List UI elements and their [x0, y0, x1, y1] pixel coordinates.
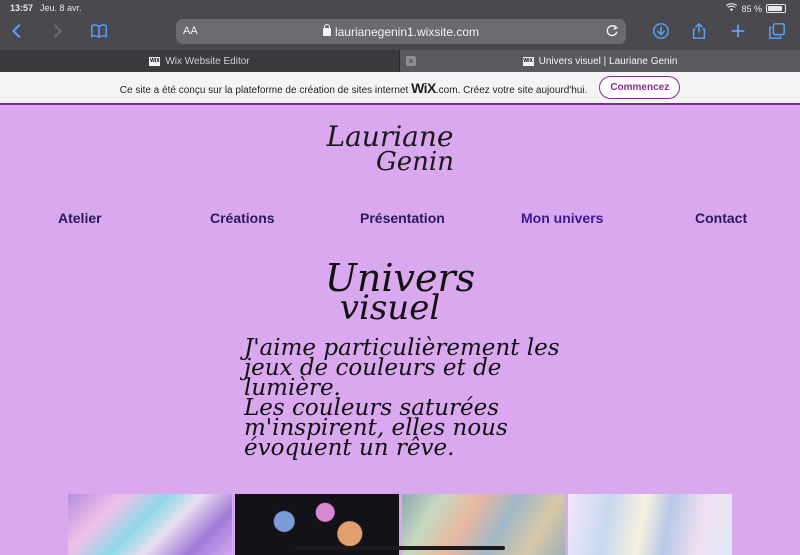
- commencez-button[interactable]: Commencez: [599, 76, 681, 99]
- tabs-icon: [769, 23, 785, 39]
- site-menu: Atelier Créations Présentation Mon unive…: [0, 210, 800, 232]
- menu-item-presentation[interactable]: Présentation: [360, 210, 445, 226]
- tab-univers-visuel[interactable]: WIX Univers visuel | Lauriane Genin: [400, 50, 800, 72]
- book-icon: [91, 24, 107, 39]
- wix-banner: Ce site a été conçu sur la plateforme de…: [0, 72, 800, 105]
- intro-paragraph: J'aime particulièrement les jeux de coul…: [244, 337, 564, 461]
- logo-line-2: Genin: [376, 147, 454, 177]
- close-tab-icon[interactable]: ×: [406, 56, 416, 66]
- wifi-icon: [726, 3, 738, 14]
- home-indicator[interactable]: [295, 546, 505, 550]
- gallery-image-iridescent[interactable]: [568, 494, 732, 555]
- url-text: laurianegenin1.wixsite.com: [334, 25, 480, 39]
- site-logo[interactable]: Lauriane Genin: [0, 120, 800, 177]
- url-display[interactable]: laurianegenin1.wixsite.com: [176, 24, 626, 39]
- downloads-button[interactable]: [650, 20, 672, 42]
- page-title: Univers visuel: [0, 256, 800, 328]
- title-line-2: visuel: [339, 288, 441, 328]
- address-bar[interactable]: AA laurianegenin1.wixsite.com: [176, 19, 626, 44]
- menu-item-creations[interactable]: Créations: [210, 210, 275, 226]
- share-icon: [692, 22, 706, 39]
- banner-text: Ce site a été conçu sur la plateforme de…: [119, 79, 588, 96]
- tab-label: Wix Website Editor: [165, 55, 250, 67]
- bookmarks-button[interactable]: [88, 20, 110, 42]
- download-icon: [653, 23, 669, 39]
- battery-icon: [766, 4, 786, 13]
- reload-icon[interactable]: [604, 23, 620, 39]
- forward-button[interactable]: [46, 20, 68, 42]
- tab-strip: WIX Wix Website Editor WIX Univers visue…: [0, 50, 800, 72]
- paragraph-line: évoquent un rêve.: [244, 435, 455, 461]
- menu-item-mon-univers[interactable]: Mon univers: [521, 210, 603, 226]
- menu-item-contact[interactable]: Contact: [695, 210, 747, 226]
- wix-logo: WiX: [411, 79, 436, 96]
- lock-icon: [322, 24, 331, 36]
- status-date: Jeu. 8 avr.: [40, 3, 82, 13]
- tab-wix-editor[interactable]: WIX Wix Website Editor: [0, 50, 400, 72]
- plus-icon: [731, 24, 745, 38]
- battery-percent: 85 %: [741, 3, 762, 14]
- menu-item-atelier[interactable]: Atelier: [58, 210, 102, 226]
- new-tab-button[interactable]: [727, 20, 749, 42]
- wix-favicon-icon: WIX: [522, 56, 534, 66]
- browser-chrome: 13:57 Jeu. 8 avr. 85 % AA laurianegenin1…: [0, 0, 800, 50]
- share-button[interactable]: [688, 20, 710, 42]
- site-page: Lauriane Genin Atelier Créations Présent…: [0, 106, 800, 555]
- gallery-image-holographic[interactable]: [68, 494, 232, 555]
- status-time: 13:57: [10, 3, 34, 13]
- status-right: 85 %: [726, 3, 786, 14]
- wix-favicon-icon: WIX: [149, 56, 161, 66]
- tabs-overview-button[interactable]: [766, 20, 788, 42]
- tab-label: Univers visuel | Lauriane Genin: [538, 55, 678, 67]
- back-button[interactable]: [6, 20, 28, 42]
- status-bar: 13:57 Jeu. 8 avr. 85 %: [0, 0, 800, 16]
